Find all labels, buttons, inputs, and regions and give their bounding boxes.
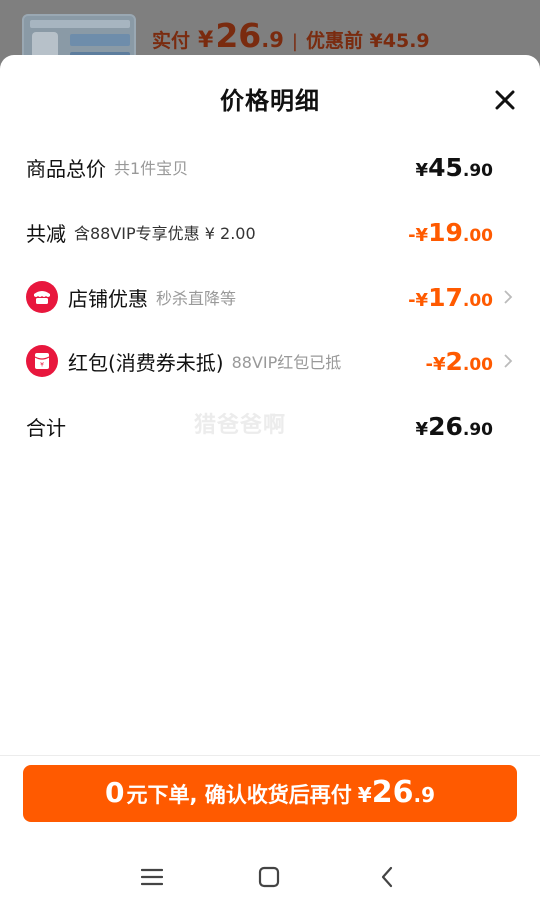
menu-icon (141, 868, 163, 886)
close-button[interactable] (490, 85, 520, 115)
currency: -¥ (425, 354, 446, 375)
amount-dec: .00 (462, 226, 493, 246)
discount-sub: 含88VIP专享优惠 ¥ 2.00 (74, 224, 256, 243)
amount-int: 45 (428, 153, 463, 182)
amount-dec: .00 (462, 291, 493, 311)
cta-zero: 0 (105, 776, 125, 809)
shop-discount-label: 店铺优惠 (68, 286, 148, 311)
currency: -¥ (408, 225, 429, 246)
currency: ¥ (415, 419, 429, 440)
row-total-price: 商品总价 共1件宝贝 ¥ 45 .90 (26, 147, 516, 187)
amount-dec: .90 (462, 420, 493, 440)
row-total-discount: 共减 含88VIP专享优惠 ¥ 2.00 -¥ 19 .00 (26, 212, 516, 252)
total-price-label: 商品总价 (26, 156, 106, 181)
row-shop-discount[interactable]: 店铺优惠 秒杀直降等 -¥ 17 .00 (26, 277, 516, 317)
shop-discount-sub: 秒杀直降等 (156, 289, 237, 308)
background-price: 实付 ¥ 26 .9 | 优惠前 ¥45.9 (152, 16, 430, 56)
system-navbar (0, 845, 540, 905)
cta-dec: .9 (413, 783, 435, 807)
discount-label: 共减 (26, 221, 66, 246)
order-button[interactable]: 0 元下单, 确认收货后再付 ¥ 26 .9 (23, 765, 517, 822)
sum-label: 合计 (26, 415, 66, 440)
paid-int: 26 (215, 16, 262, 55)
home-button[interactable] (254, 863, 284, 891)
discount-amount: -¥ 19 .00 (408, 212, 493, 252)
currency: ¥ (415, 160, 429, 181)
divider (0, 755, 540, 756)
red-packet-amount: -¥ 2 .00 (425, 341, 493, 381)
price-detail-sheet: 价格明细 商品总价 共1件宝贝 ¥ 45 .90 共减 含88VIP专享优惠 ¥… (0, 55, 540, 908)
shop-discount-amount: -¥ 17 .00 (408, 277, 493, 317)
red-packet-icon: ¥ (26, 345, 58, 377)
amount-int: 26 (428, 412, 463, 441)
red-packet-sub: 88VIP红包已抵 (231, 353, 342, 372)
back-icon (381, 866, 393, 888)
cta-currency: ¥ (357, 783, 372, 807)
back-button[interactable] (372, 863, 402, 891)
red-packet-label: 红包(消费券未抵) (68, 350, 224, 375)
svg-text:¥: ¥ (40, 362, 44, 369)
sheet-title: 价格明细 (220, 87, 320, 115)
original-price: 优惠前 ¥45.9 (305, 30, 430, 52)
menu-button[interactable] (137, 863, 167, 891)
close-icon (495, 90, 515, 110)
amount-int: 2 (445, 347, 463, 376)
paid-label: 实付 (152, 30, 191, 52)
cta-text: 元下单, 确认收货后再付 (126, 783, 352, 807)
paid-dec: .9 (261, 28, 284, 52)
total-price-sub: 共1件宝贝 (114, 159, 189, 178)
row-red-packet[interactable]: ¥ 红包(消费券未抵) 88VIP红包已抵 -¥ 2 .00 (26, 341, 516, 381)
paid-currency: ¥ (198, 28, 214, 53)
amount-dec: .00 (462, 355, 493, 375)
home-icon (258, 866, 280, 888)
total-price-amount: ¥ 45 .90 (416, 147, 493, 187)
amount-int: 17 (428, 283, 463, 312)
shop-icon (26, 281, 58, 313)
amount-dec: .90 (462, 161, 493, 181)
chevron-right-icon (500, 287, 516, 307)
watermark: 猎爸爸啊 (194, 413, 287, 438)
chevron-right-icon (500, 351, 516, 371)
amount-int: 19 (428, 218, 463, 247)
cta-int: 26 (371, 775, 414, 810)
sum-amount: ¥ 26 .90 (416, 406, 493, 446)
separator: | (291, 31, 298, 52)
currency: -¥ (408, 290, 429, 311)
